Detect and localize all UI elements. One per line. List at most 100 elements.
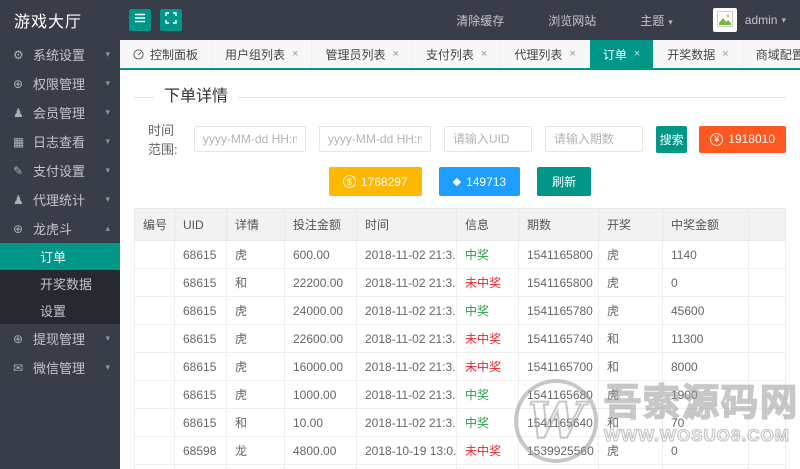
sidebar-item-members[interactable]: ♟ 会员管理 ▾ xyxy=(0,98,120,127)
theme-menu[interactable]: 主题 ▾ xyxy=(640,12,673,29)
globe-icon: ⊕ xyxy=(13,221,24,236)
cell-id xyxy=(134,352,175,381)
tab-payment-list[interactable]: 支付列表 × xyxy=(412,40,502,68)
user-icon: ♟ xyxy=(13,192,24,207)
fullscreen-button[interactable] xyxy=(160,9,182,31)
time-from-input[interactable] xyxy=(193,126,306,152)
tab-user-group-list[interactable]: 用户组列表 × xyxy=(212,40,313,68)
close-icon[interactable]: × xyxy=(292,48,298,60)
table-row: 68598 龙 4800.00 2018-10-19 13:0... 未中奖 153992… xyxy=(134,436,786,465)
chevron-down-icon: ▾ xyxy=(105,194,110,204)
status-badge: 未中奖 xyxy=(465,332,502,346)
header-right-nav: 清除缓存 浏览网站 主题 ▾ admin ▾ xyxy=(412,8,800,32)
avatar[interactable] xyxy=(712,8,737,32)
tab-bar: 控制面板 用户组列表 × 管理员列表 × 支付列表 × 代理列表 × 订单 × 开奖数据 ×… xyxy=(120,40,800,70)
filter-row: 时间范围: 搜索 ¥ 1918010 xyxy=(134,120,786,158)
hamburger-icon xyxy=(134,11,146,29)
app-logo: 游戏大厅 xyxy=(14,14,83,31)
sidebar-item-withdraw[interactable]: ⊕ 提现管理 ▾ xyxy=(0,324,120,353)
sidebar-item-agent-stats[interactable]: ♟ 代理统计 ▾ xyxy=(0,185,120,214)
col-uid: UID xyxy=(174,208,227,241)
search-button[interactable]: 搜索 xyxy=(655,125,688,153)
sidebar-item-system-settings[interactable]: ⚙ 系统设置 ▾ xyxy=(0,40,120,69)
user-menu[interactable]: admin ▾ xyxy=(745,13,786,27)
clear-cache-link[interactable]: 清除缓存 xyxy=(456,12,504,29)
table-row: 68615 虎 16000.00 2018-11-02 21:3... 未中奖 15411… xyxy=(134,352,786,381)
table-row: 68615 虎 600.00 2018-11-02 21:3... 中奖 15411658… xyxy=(134,240,786,269)
sidebar-item-longhudou[interactable]: ⊕ 龙虎斗 ▴ xyxy=(0,214,120,243)
panel-title-row: 下单详情 xyxy=(134,86,786,108)
broken-image-icon xyxy=(716,10,733,30)
close-icon[interactable]: × xyxy=(722,48,728,60)
table-row: 68615 虎 24000.00 2018-11-02 21:3... 中奖 154116… xyxy=(134,296,786,325)
gear-icon: ⚙ xyxy=(13,47,24,62)
tab-lottery-data[interactable]: 开奖数据 × xyxy=(654,40,743,68)
time-to-input[interactable] xyxy=(318,126,431,152)
col-detail: 详情 xyxy=(226,208,285,241)
yen-coin-icon: ¥ xyxy=(710,132,724,146)
col-issue: 期数 xyxy=(518,208,599,241)
total-red-stat-button[interactable]: ¥ 1918010 xyxy=(699,125,786,153)
chevron-down-icon: ▾ xyxy=(105,107,110,117)
cell-id xyxy=(134,240,175,269)
page-title: 下单详情 xyxy=(154,86,239,108)
close-icon[interactable]: × xyxy=(634,48,640,60)
cell-id xyxy=(134,436,175,465)
orders-table: 编号 UID 详情 投注金额 时间 信息 期数 开奖 中奖金额 68615 虎 60… xyxy=(134,208,786,469)
col-id: 编号 xyxy=(134,208,175,241)
table-row: 68598和1000.002018-10-19 13:0...未中奖153992… xyxy=(134,464,786,469)
total-yellow-stat-button[interactable]: $ 1768297 xyxy=(328,167,422,196)
close-icon[interactable]: × xyxy=(481,48,487,60)
issue-input[interactable] xyxy=(544,126,643,152)
sidebar-item-permissions[interactable]: ⊕ 权限管理 ▾ xyxy=(0,69,120,98)
status-badge: 未中奖 xyxy=(465,276,502,290)
chevron-down-icon: ▾ xyxy=(781,14,786,25)
total-blue-stat-button[interactable]: ◆ 149713 xyxy=(438,167,521,196)
top-header: 游戏大厅 清除缓存 浏览网站 主题 ▾ admin ▾ xyxy=(0,0,800,40)
tab-admin-list[interactable]: 管理员列表 × xyxy=(312,40,413,68)
col-result: 开奖 xyxy=(598,208,663,241)
chevron-down-icon: ▾ xyxy=(105,362,110,372)
collapse-sidebar-button[interactable] xyxy=(129,9,151,31)
chevron-up-icon: ▴ xyxy=(105,223,110,233)
fullscreen-icon xyxy=(165,11,177,29)
col-time: 时间 xyxy=(356,208,457,241)
status-badge: 未中奖 xyxy=(465,360,502,374)
globe-icon: ⊕ xyxy=(13,331,24,346)
status-badge: 中奖 xyxy=(465,416,490,430)
status-badge: 未中奖 xyxy=(465,444,502,458)
cell-id xyxy=(134,268,175,297)
diamond-icon: ◆ xyxy=(452,176,462,188)
sidebar-subitem-orders[interactable]: 订单 xyxy=(0,243,120,270)
tab-domain-config[interactable]: 商域配置× xyxy=(742,40,800,68)
sidebar-item-logs[interactable]: ▦ 日志查看 ▾ xyxy=(0,127,120,156)
stats-row: $ 1768297 ◆ 149713 刷新 xyxy=(134,167,786,196)
grid-icon: ▦ xyxy=(13,134,25,149)
cell-id xyxy=(134,464,175,469)
app-window: 游戏大厅 清除缓存 浏览网站 主题 ▾ admin ▾ ⚙ 系统设置 ▾ ⊕ 权… xyxy=(0,0,800,469)
chevron-down-icon: ▾ xyxy=(105,49,110,59)
cell-id xyxy=(134,324,175,353)
uid-input[interactable] xyxy=(443,126,532,152)
main-content: 下单详情 时间范围: 搜索 ¥ 1918010 $ 1768297 ◆ 1497… xyxy=(120,72,800,469)
pen-icon: ✎ xyxy=(13,163,24,178)
chevron-down-icon: ▾ xyxy=(105,136,110,146)
sidebar-item-payment-settings[interactable]: ✎ 支付设置 ▾ xyxy=(0,156,120,185)
tab-agent-list[interactable]: 代理列表 × xyxy=(501,40,590,68)
refresh-button[interactable]: 刷新 xyxy=(537,167,592,196)
sidebar-subitem-settings[interactable]: 设置 xyxy=(0,297,120,324)
table-row: 68615 虎 22600.00 2018-11-02 21:3... 未中奖 15411… xyxy=(134,324,786,353)
tab-orders[interactable]: 订单 × xyxy=(589,40,655,68)
status-badge: 中奖 xyxy=(465,388,490,402)
table-row: 68615 和 10.00 2018-11-02 21:3... 中奖 154116564… xyxy=(134,408,786,437)
sidebar-item-wechat[interactable]: ✉ 微信管理 ▾ xyxy=(0,353,120,382)
status-badge: 中奖 xyxy=(465,248,490,262)
sidebar-subitem-lottery-data[interactable]: 开奖数据 xyxy=(0,270,120,297)
chevron-down-icon: ▾ xyxy=(105,333,110,343)
cell-id xyxy=(134,380,175,409)
browse-site-link[interactable]: 浏览网站 xyxy=(548,12,596,29)
col-amount: 投注金额 xyxy=(284,208,357,241)
tab-control-panel[interactable]: 控制面板 xyxy=(120,40,213,68)
close-icon[interactable]: × xyxy=(569,48,575,60)
close-icon[interactable]: × xyxy=(392,48,398,60)
